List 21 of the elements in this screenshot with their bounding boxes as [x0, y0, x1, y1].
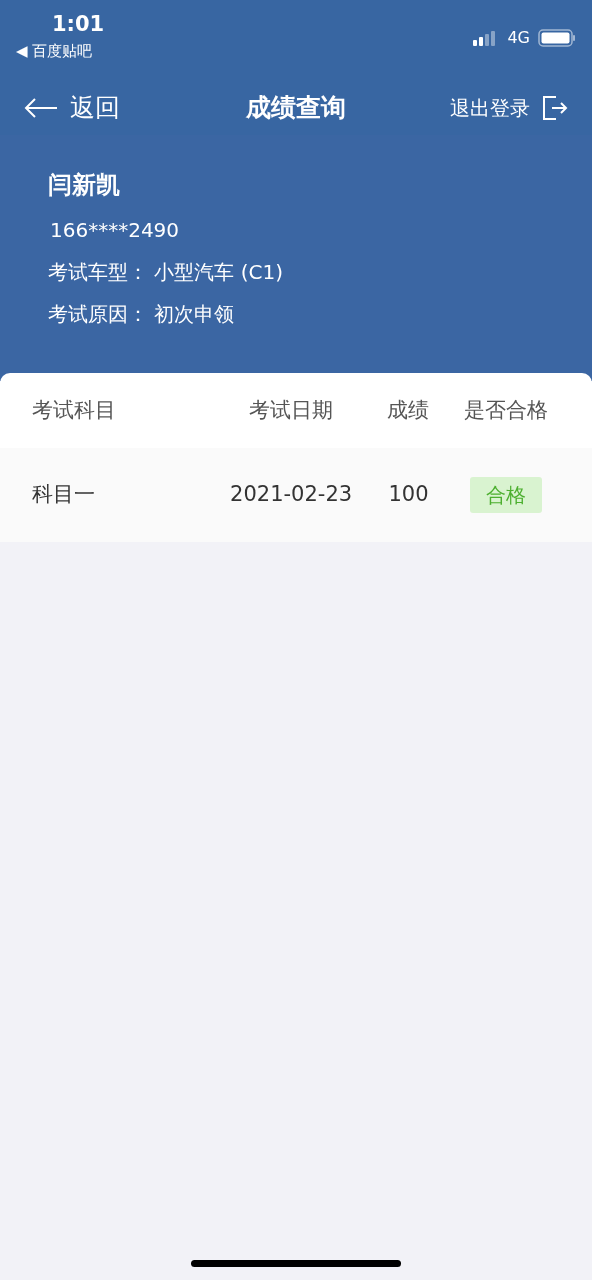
- status-time: 1:01: [52, 12, 105, 36]
- network-label: 4G: [507, 27, 530, 49]
- back-button[interactable]: 返回: [24, 88, 120, 127]
- result-badge: 合格: [470, 477, 543, 513]
- phone-number: 166****2490: [50, 217, 181, 244]
- page-title: 成绩查询: [246, 91, 346, 124]
- user-name: 闫新凯: [48, 170, 121, 201]
- exam-info: 考试车型： 小型汽车 (C1): [48, 259, 284, 286]
- table-cell-text: 100: [387, 481, 430, 509]
- exam-info: 考试原因： 初次申领: [48, 301, 236, 328]
- back-to-app-link[interactable]: ◀ 百度贴吧: [16, 40, 105, 63]
- column-header: 考试科目: [32, 396, 117, 424]
- table-cell-text: 2021-02-23: [229, 481, 354, 509]
- table-cell-text: 科目一: [32, 481, 96, 509]
- column-header: 是否合格: [463, 396, 550, 424]
- back-arrow-icon: [24, 96, 58, 119]
- column-header: 考试日期: [248, 396, 335, 424]
- logout-icon: [542, 94, 568, 121]
- column-header: 成绩: [386, 396, 431, 424]
- logout-button[interactable]: 退出登录: [450, 92, 568, 123]
- battery-icon: [538, 29, 576, 47]
